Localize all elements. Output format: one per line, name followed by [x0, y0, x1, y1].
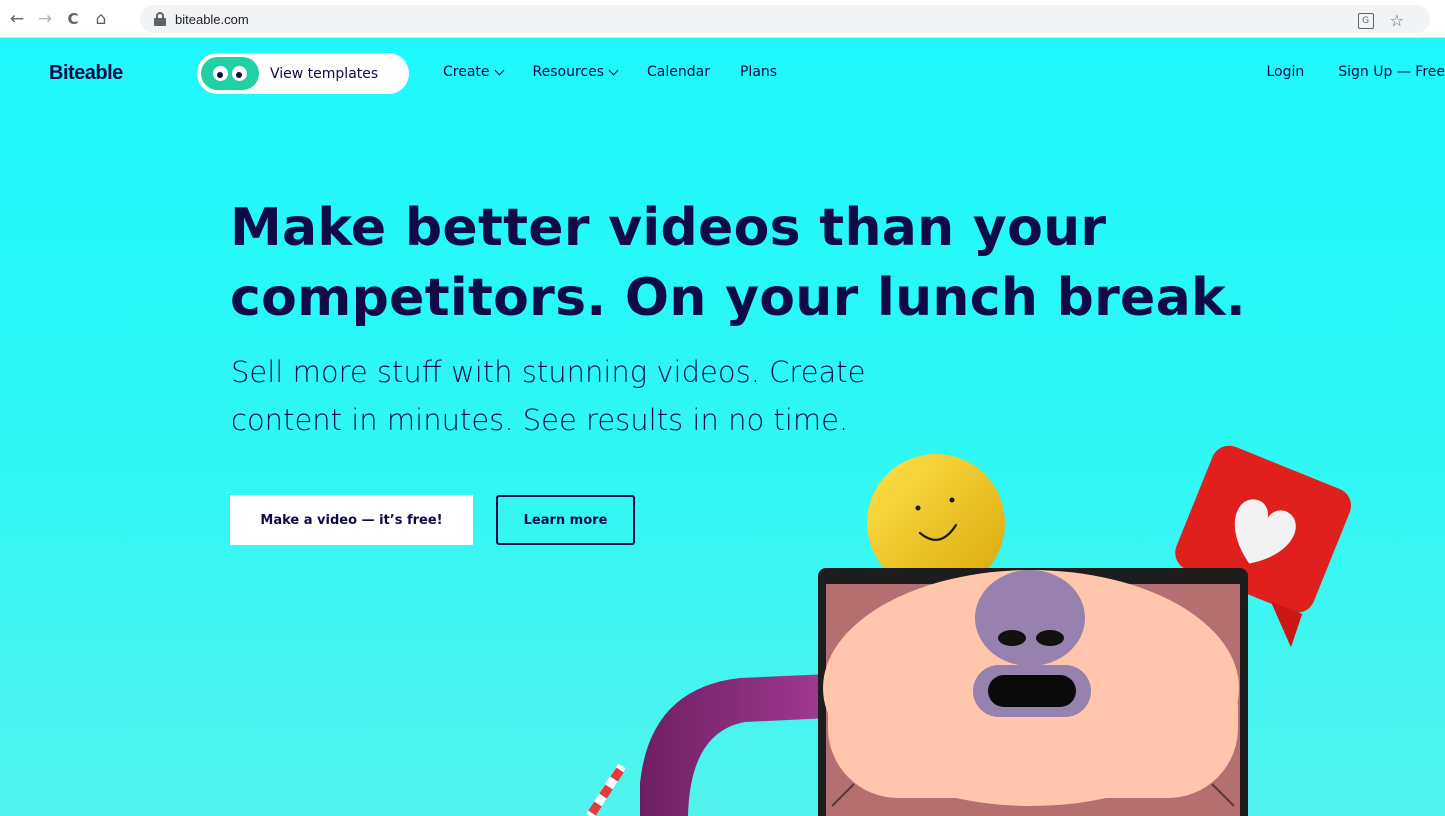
make-video-button[interactable]: Make a video — it’s free! — [230, 495, 473, 545]
hero-subheadline-line1: Sell more stuff with stunning videos. Cr… — [231, 355, 866, 389]
lock-icon — [154, 12, 166, 26]
purple-arch-shape — [640, 674, 830, 816]
browser-toolbar: ← → C ⌂ biteable.com G ☆ — [0, 0, 1445, 38]
forward-arrow-icon[interactable]: → — [34, 8, 56, 30]
primary-nav-links: Create Resources Calendar Plans — [443, 64, 807, 80]
googly-eyes-icon — [201, 57, 259, 90]
bookmark-star-icon[interactable]: ☆ — [1390, 11, 1404, 30]
view-templates-label: View templates — [270, 65, 379, 82]
hero-headline: Make better videos than your competitors… — [230, 193, 1310, 333]
nav-resources-label: Resources — [532, 64, 605, 80]
biteable-logo[interactable]: Biteable — [49, 62, 123, 85]
address-bar[interactable]: biteable.com G ☆ — [140, 5, 1430, 33]
striped-straw-shape — [586, 763, 626, 816]
site-navbar: Biteable View templates Create Resources… — [0, 38, 1445, 110]
reload-icon[interactable]: C — [62, 8, 84, 30]
smiley-ball-shape — [867, 454, 1005, 592]
hero-subheadline: Sell more stuff with stunning videos. Cr… — [231, 348, 1051, 444]
chevron-down-icon — [608, 65, 619, 75]
hero-headline-line2: competitors. On your lunch break. — [230, 268, 1246, 328]
page-viewport: Biteable View templates Create Resources… — [0, 38, 1445, 816]
home-icon[interactable]: ⌂ — [90, 8, 112, 30]
learn-more-button[interactable]: Learn more — [496, 495, 635, 545]
heart-bubble-shape — [1175, 445, 1352, 648]
nav-resources[interactable]: Resources — [532, 64, 619, 80]
laptop-screen-shape — [818, 568, 1248, 816]
url-text: biteable.com — [175, 11, 249, 27]
login-link[interactable]: Login — [1266, 64, 1304, 80]
signup-link[interactable]: Sign Up — Free — [1338, 64, 1445, 80]
nav-create[interactable]: Create — [443, 64, 504, 80]
hero-headline-line1: Make better videos than your — [230, 198, 1107, 258]
back-arrow-icon[interactable]: ← — [6, 8, 28, 30]
nav-plans[interactable]: Plans — [740, 64, 777, 80]
nav-calendar[interactable]: Calendar — [647, 64, 710, 80]
chevron-down-icon — [494, 65, 504, 75]
account-nav-links: Login Sign Up — Free — [1232, 64, 1445, 80]
view-templates-button[interactable]: View templates — [197, 53, 409, 94]
translate-icon[interactable]: G — [1357, 12, 1374, 29]
hero-subheadline-line2: content in minutes. See results in no ti… — [231, 403, 849, 437]
nav-create-label: Create — [443, 64, 490, 80]
